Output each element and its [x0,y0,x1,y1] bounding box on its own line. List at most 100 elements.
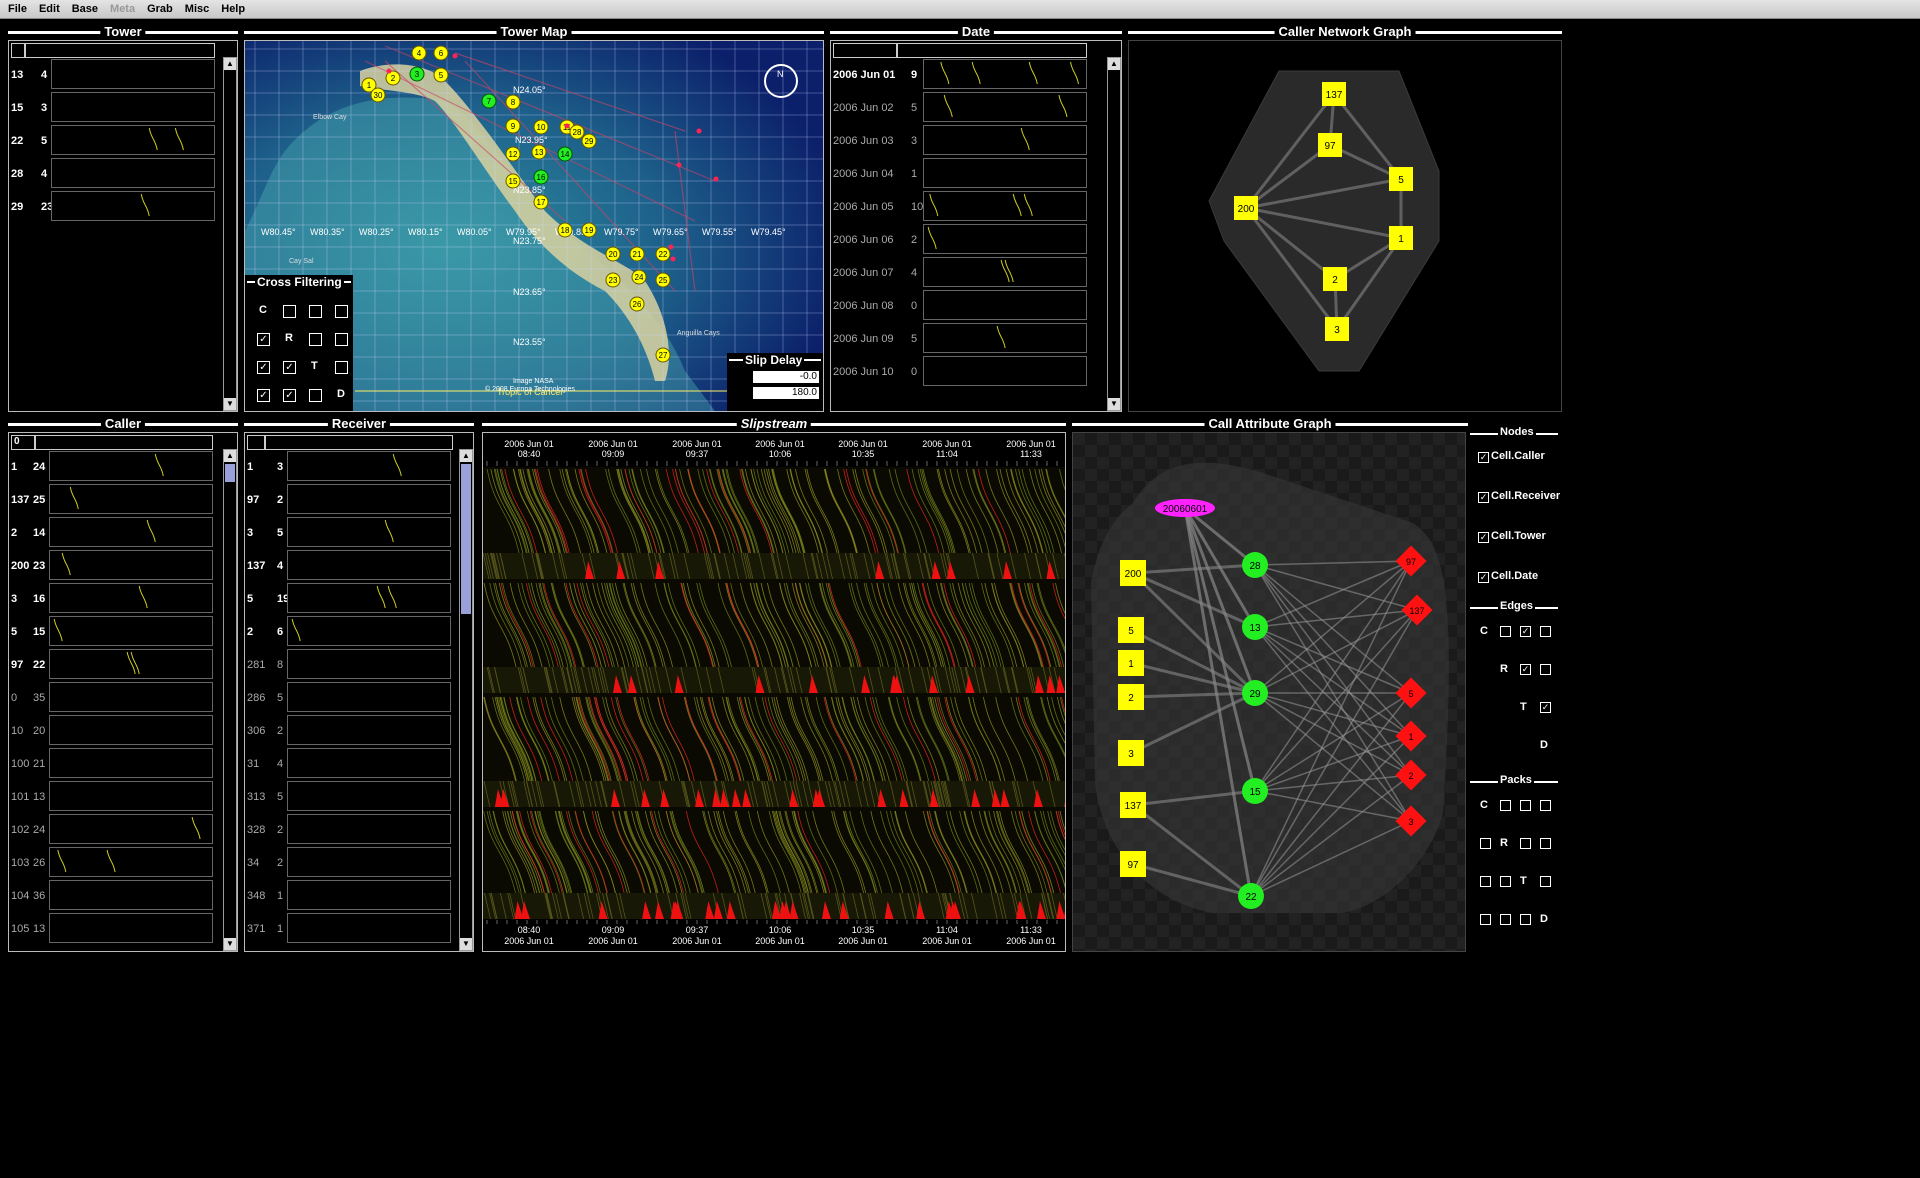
caller-row[interactable]: 2 14 [9,517,219,547]
receiver-sort-header-right[interactable] [265,435,453,450]
menu-base[interactable]: Base [72,3,98,15]
receiver-row[interactable]: 34 2 [245,847,455,877]
caller-row[interactable]: 101 13 [9,781,219,811]
receiver-row[interactable]: 348 1 [245,880,455,910]
receiver-row[interactable]: 371 1 [245,913,455,943]
cross-filter-checkbox[interactable] [309,333,322,346]
tower-row[interactable]: 13 4 [9,59,219,89]
packs-checkbox[interactable] [1500,876,1511,887]
tower-sort-header-right[interactable] [25,43,215,58]
receiver-row[interactable]: 35 [245,517,455,547]
caller-sort-header-right[interactable] [35,435,213,450]
edges-checkbox[interactable] [1500,626,1511,637]
date-row[interactable]: 2006 Jun 10 0 [831,356,1103,386]
menu-misc[interactable]: Misc [185,3,209,15]
packs-checkbox[interactable] [1500,800,1511,811]
date-row[interactable]: 2006 Jun 03 3 [831,125,1103,155]
slipstream-view[interactable]: 2006 Jun 0108:4008:402006 Jun 012006 Jun… [482,433,1094,951]
date-row[interactable]: 2006 Jun 08 0 [831,290,1103,320]
receiver-row[interactable]: 328 2 [245,814,455,844]
date-row[interactable]: 2006 Jun 01 9 [831,59,1103,89]
tower-scrollbar[interactable]: ▲ ▼ [223,57,237,411]
packs-checkbox[interactable] [1540,838,1551,849]
cross-filter-checkbox[interactable]: ✓ [283,389,296,402]
caller-row[interactable]: 10 20 [9,715,219,745]
receiver-row[interactable]: 97 2 [245,484,455,514]
caller-row[interactable]: 103 26 [9,847,219,877]
caller-row[interactable]: 100 21 [9,748,219,778]
slip-delay-min-field[interactable]: -0.0 [753,371,819,383]
caller-sort-header-left[interactable]: 0 [11,435,35,450]
caller-row[interactable]: 137 25 [9,484,219,514]
date-row[interactable]: 2006 Jun 04 1 [831,158,1103,188]
date-scrollbar[interactable]: ▲ ▼ [1107,57,1121,411]
receiver-row[interactable]: 5 19 [245,583,455,613]
date-row[interactable]: 2006 Jun 09 5 [831,323,1103,353]
date-sort-header-left[interactable] [833,43,897,58]
edges-checkbox[interactable] [1540,626,1551,637]
tower-sort-header-left[interactable] [11,43,25,58]
cross-filter-checkbox[interactable] [309,389,322,402]
menu-edit[interactable]: Edit [39,3,60,15]
caller-row[interactable]: 105 13 [9,913,219,943]
edges-checkbox[interactable]: ✓ [1520,664,1531,675]
cross-filter-checkbox[interactable]: ✓ [257,389,270,402]
menu-file[interactable]: File [8,3,27,15]
caller-row[interactable]: 104 36 [9,880,219,910]
edges-checkbox[interactable]: ✓ [1540,702,1551,713]
caller-row[interactable]: 97 22 [9,649,219,679]
cross-filter-checkbox[interactable]: ✓ [283,361,296,374]
receiver-row[interactable]: 13 [245,451,455,481]
cross-filter-checkbox[interactable]: ✓ [257,361,270,374]
node-type-checkbox[interactable]: ✓ [1478,572,1489,583]
packs-checkbox[interactable] [1520,914,1531,925]
caller-row[interactable]: 1 24 [9,451,219,481]
receiver-scrollbar[interactable]: ▲ ▼ [459,449,473,951]
cross-filter-checkbox[interactable]: ✓ [257,333,270,346]
tower-row[interactable]: 29 23 [9,191,219,221]
date-sort-header-right[interactable] [897,43,1087,58]
caller-row[interactable]: 5 15 [9,616,219,646]
call-attribute-graph[interactable]: 200 5 1 2 3 137 97 28 13 29 15 22 97 137 5 1 2 3 20060601 [1073,433,1465,951]
node-type-checkbox[interactable]: ✓ [1478,492,1489,503]
cross-filter-checkbox[interactable] [309,305,322,318]
receiver-row[interactable]: 26 [245,616,455,646]
receiver-row[interactable]: 286 5 [245,682,455,712]
caller-scrollbar[interactable]: ▲ ▼ [223,449,237,951]
packs-checkbox[interactable] [1520,838,1531,849]
packs-checkbox[interactable] [1540,876,1551,887]
receiver-sort-header-left[interactable] [247,435,265,450]
cross-filter-checkbox[interactable] [283,305,296,318]
node-type-checkbox[interactable]: ✓ [1478,452,1489,463]
slip-delay-max-field[interactable]: 180.0 [753,387,819,399]
caller-row[interactable]: 200 23 [9,550,219,580]
packs-checkbox[interactable] [1480,838,1491,849]
date-row[interactable]: 2006 Jun 06 2 [831,224,1103,254]
node-type-checkbox[interactable]: ✓ [1478,532,1489,543]
tower-row[interactable]: 15 3 [9,92,219,122]
caller-row[interactable]: 3 16 [9,583,219,613]
edges-checkbox[interactable]: ✓ [1520,626,1531,637]
menu-help[interactable]: Help [221,3,245,15]
receiver-row[interactable]: 313 5 [245,781,455,811]
packs-checkbox[interactable] [1520,800,1531,811]
menu-meta[interactable]: Meta [110,3,135,15]
receiver-row[interactable]: 31 4 [245,748,455,778]
packs-checkbox[interactable] [1480,876,1491,887]
caller-row[interactable]: 0 35 [9,682,219,712]
packs-checkbox[interactable] [1480,914,1491,925]
cross-filter-checkbox[interactable] [335,305,348,318]
packs-checkbox[interactable] [1540,800,1551,811]
menu-grab[interactable]: Grab [147,3,173,15]
date-row[interactable]: 2006 Jun 02 5 [831,92,1103,122]
caller-network-graph[interactable]: 137 97 5 200 1 2 3 [1129,41,1561,411]
tower-row[interactable]: 28 4 [9,158,219,188]
tower-row[interactable]: 22 5 [9,125,219,155]
packs-checkbox[interactable] [1500,914,1511,925]
receiver-row[interactable]: 281 8 [245,649,455,679]
receiver-row[interactable]: 306 2 [245,715,455,745]
cross-filter-checkbox[interactable] [335,333,348,346]
caller-row[interactable]: 102 24 [9,814,219,844]
date-row[interactable]: 2006 Jun 05 10 [831,191,1103,221]
receiver-row[interactable]: 137 4 [245,550,455,580]
